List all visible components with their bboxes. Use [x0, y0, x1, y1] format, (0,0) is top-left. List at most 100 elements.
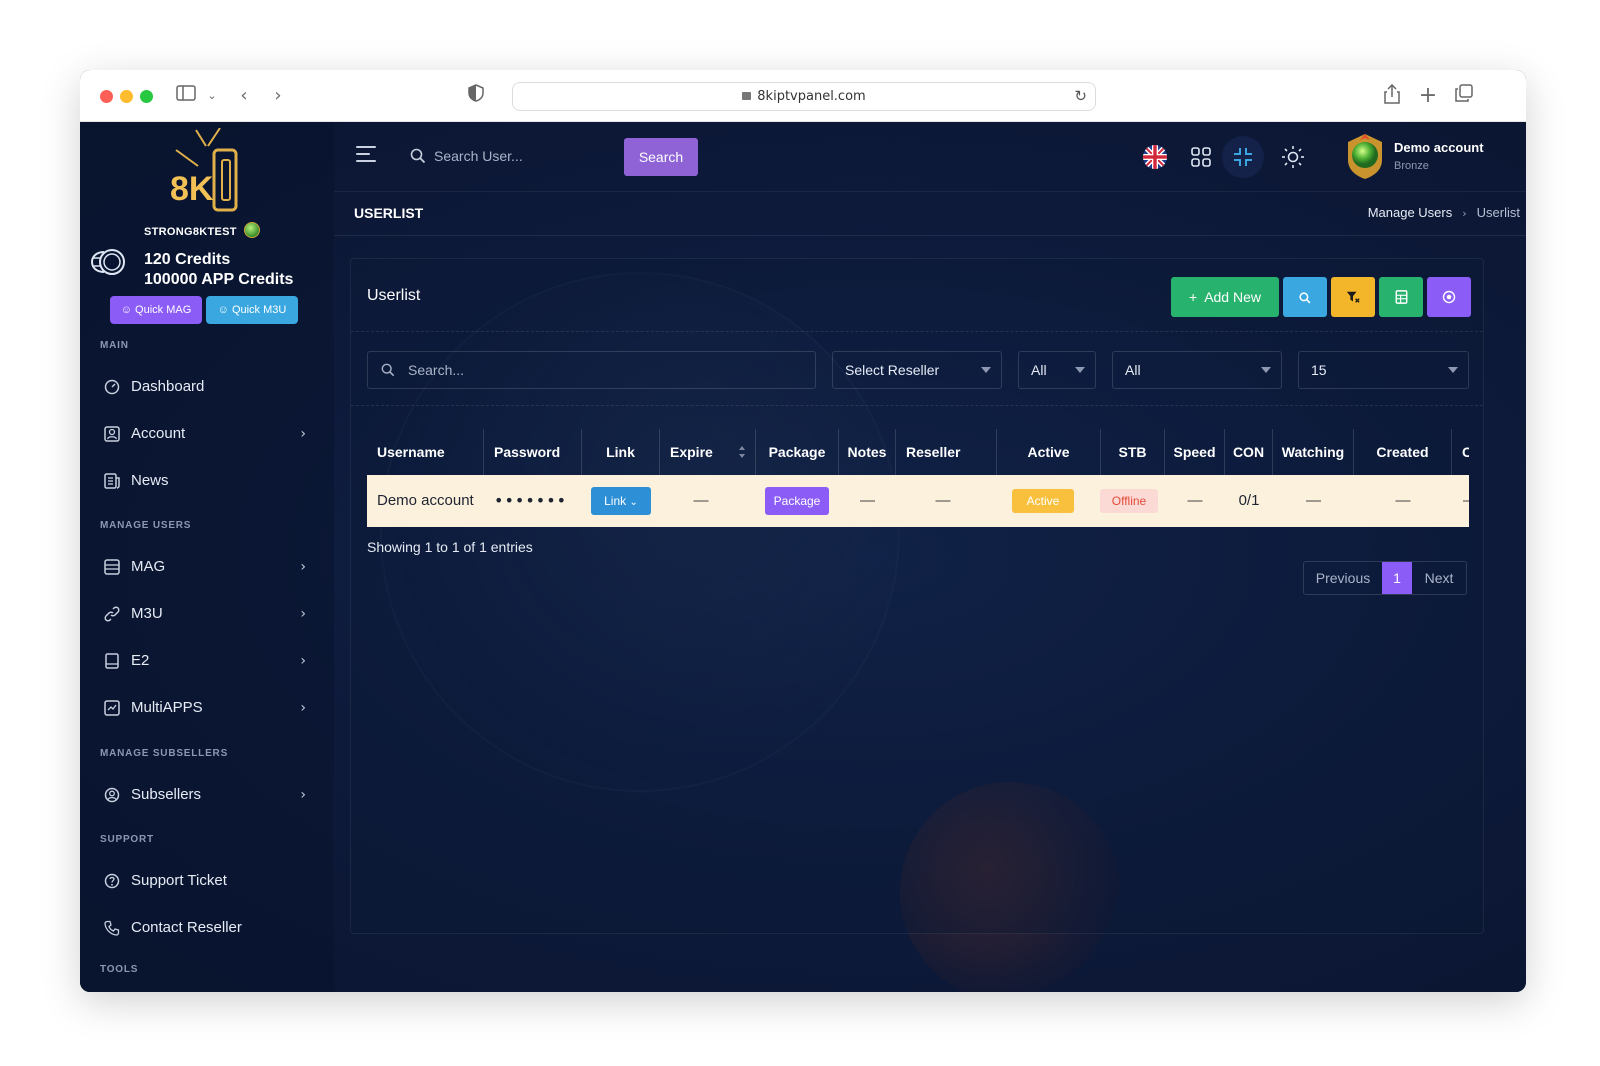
sidebar-item-m3u[interactable]: M3U › — [104, 599, 314, 629]
address-bar[interactable]: 8kiptvpanel.com ↻ — [512, 82, 1096, 111]
column-header-extra[interactable]: C — [1452, 429, 1469, 475]
table-header: Username Password Link Expire Package No… — [367, 429, 1469, 475]
column-header-link[interactable]: Link — [582, 429, 660, 475]
share-icon[interactable] — [1380, 83, 1404, 108]
column-header-expire-label: Expire — [670, 444, 713, 460]
page-size-select[interactable]: 15 — [1298, 351, 1469, 389]
column-header-password[interactable]: Password — [484, 429, 582, 475]
column-header-expire[interactable]: Expire — [660, 429, 756, 475]
chevron-right-icon: › — [300, 700, 306, 716]
minimize-window-button[interactable] — [120, 90, 133, 103]
sidebar-item-label: Account — [131, 425, 186, 442]
sidebar-item-subsellers[interactable]: Subsellers › — [104, 780, 314, 810]
reload-icon[interactable]: ↻ — [1074, 87, 1087, 105]
spreadsheet-icon — [1395, 290, 1407, 304]
column-header-reseller[interactable]: Reseller — [896, 429, 997, 475]
section-support: SUPPORT — [100, 834, 154, 845]
sidebar-item-e2[interactable]: E2 › — [104, 646, 314, 676]
column-header-con[interactable]: CON — [1225, 429, 1273, 475]
maximize-window-button[interactable] — [140, 90, 153, 103]
chevron-down-icon[interactable]: ⌄ — [200, 84, 224, 108]
sidebar-item-label: MultiAPPS — [131, 699, 203, 716]
search-icon — [381, 363, 395, 377]
tabs-overview-icon[interactable] — [1452, 84, 1476, 108]
export-button[interactable] — [1379, 277, 1423, 317]
column-header-speed[interactable]: Speed — [1165, 429, 1225, 475]
menu-toggle-icon[interactable] — [356, 146, 376, 162]
table-row[interactable]: Demo account ••••••• Link ⌄ — Package — … — [367, 475, 1469, 527]
sidebar-item-account[interactable]: Account › — [104, 419, 314, 449]
status-select[interactable]: All — [1018, 351, 1096, 389]
user-search-button[interactable]: Search — [624, 138, 698, 176]
user-name[interactable]: Demo account — [1394, 140, 1484, 155]
eye-icon — [1442, 290, 1456, 304]
filter-button[interactable] — [1331, 277, 1375, 317]
uk-flag-icon[interactable] — [1142, 144, 1168, 170]
column-header-stb[interactable]: STB — [1101, 429, 1165, 475]
sidebar-item-label: Contact Reseller — [131, 919, 242, 936]
column-header-package[interactable]: Package — [756, 429, 839, 475]
brand-logo: 8K — [170, 128, 238, 212]
user-circle-icon — [104, 787, 120, 803]
link-dropdown-button[interactable]: Link ⌄ — [591, 487, 651, 515]
rank-badge-icon — [244, 222, 260, 238]
fullscreen-toggle[interactable] — [1222, 136, 1264, 178]
section-manage-subsellers: MANAGE SUBSELLERS — [100, 748, 229, 759]
quick-mag-button[interactable]: ☺ Quick MAG — [110, 296, 202, 324]
type-select[interactable]: All — [1112, 351, 1282, 389]
browser-toolbar: ⌄ ‹ › 8kiptvpanel.com ↻ + — [80, 70, 1526, 122]
column-header-created[interactable]: Created — [1354, 429, 1452, 475]
plus-icon: + — [1188, 289, 1198, 305]
coins-icon — [90, 249, 125, 275]
credits-summary: 120 Credits 100000 APP Credits — [144, 250, 293, 290]
reseller-select-value: Select Reseller — [845, 362, 940, 378]
table-search-input[interactable]: Search... — [367, 351, 816, 389]
caret-down-icon — [1261, 367, 1271, 373]
search-toggle-button[interactable] — [1283, 277, 1327, 317]
cell-created: — — [1395, 492, 1411, 509]
column-header-username[interactable]: Username — [367, 429, 484, 475]
close-window-button[interactable] — [100, 90, 113, 103]
package-button[interactable]: Package — [765, 487, 829, 515]
add-new-button[interactable]: + Add New — [1171, 277, 1279, 317]
columns-visibility-button[interactable] — [1427, 277, 1471, 317]
sidebar-toggle-icon[interactable] — [174, 84, 198, 108]
column-header-watching[interactable]: Watching — [1273, 429, 1354, 475]
status-badge-offline: Offline — [1100, 489, 1158, 513]
column-header-active[interactable]: Active — [997, 429, 1101, 475]
dashboard-icon — [104, 379, 120, 395]
cell-password: ••••••• — [494, 491, 568, 510]
chevron-right-icon: › — [1462, 207, 1467, 220]
chevron-right-icon: › — [300, 559, 306, 575]
url-text: 8kiptvpanel.com — [757, 89, 866, 104]
chevron-right-icon: › — [300, 426, 306, 442]
breadcrumb-manage-users[interactable]: Manage Users — [1368, 205, 1453, 220]
sun-icon[interactable] — [1280, 144, 1306, 170]
avatar[interactable] — [1344, 132, 1386, 180]
column-header-notes[interactable]: Notes — [839, 429, 896, 475]
sidebar-item-news[interactable]: News — [104, 466, 314, 496]
help-circle-icon — [104, 873, 120, 889]
pagination-previous[interactable]: Previous — [1304, 562, 1382, 594]
status-badge-active: Active — [1012, 489, 1074, 513]
sort-icon — [739, 446, 745, 458]
pagination-page-current[interactable]: 1 — [1382, 562, 1412, 594]
cell-con: 0/1 — [1238, 492, 1260, 509]
back-icon[interactable]: ‹ — [232, 84, 256, 108]
shield-icon[interactable] — [464, 84, 488, 108]
sidebar-item-dashboard[interactable]: Dashboard — [104, 372, 314, 402]
sidebar-item-multiapps[interactable]: MultiAPPS › — [104, 693, 314, 723]
sidebar-item-label: News — [131, 472, 169, 489]
mag-icon — [104, 559, 120, 575]
cell-expire: — — [693, 492, 709, 509]
sidebar-item-contact-reseller[interactable]: Contact Reseller — [104, 913, 314, 943]
user-search-input[interactable] — [434, 140, 614, 172]
forward-icon[interactable]: › — [266, 84, 290, 108]
pagination-next[interactable]: Next — [1412, 562, 1466, 594]
reseller-select[interactable]: Select Reseller — [832, 351, 1002, 389]
new-tab-icon[interactable]: + — [1416, 84, 1440, 108]
sidebar-item-mag[interactable]: MAG › — [104, 552, 314, 582]
quick-m3u-button[interactable]: ☺ Quick M3U — [206, 296, 298, 324]
apps-grid-icon[interactable] — [1188, 144, 1214, 170]
sidebar-item-support-ticket[interactable]: Support Ticket — [104, 866, 314, 896]
